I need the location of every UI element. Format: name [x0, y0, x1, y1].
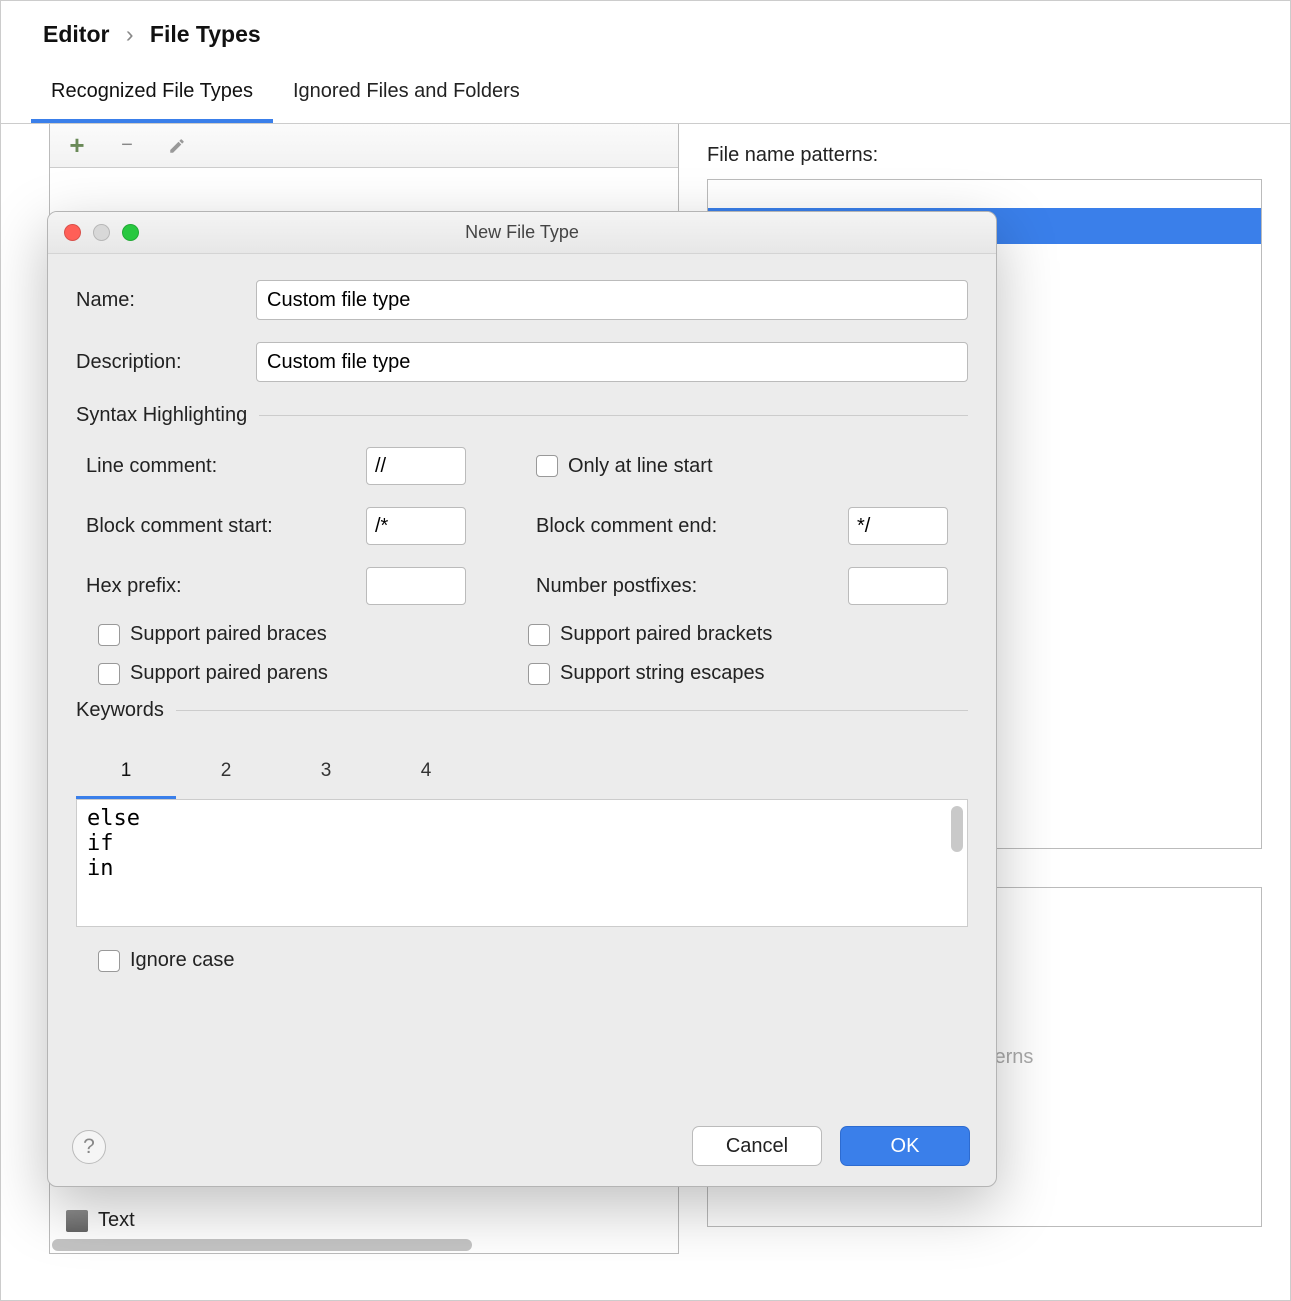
support-brackets-label: Support paired brackets [560, 623, 772, 646]
cancel-button[interactable]: Cancel [692, 1126, 822, 1166]
keywords-tabs: 1 2 3 4 [76, 742, 968, 799]
block-start-input[interactable] [366, 507, 466, 545]
support-braces-checkbox[interactable] [98, 624, 120, 646]
support-escapes-checkbox[interactable] [528, 663, 550, 685]
only-at-line-start-checkbox[interactable] [536, 455, 558, 477]
block-end-input[interactable] [848, 507, 948, 545]
keywords-tab-2[interactable]: 2 [176, 748, 276, 799]
dialog-title: New File Type [48, 222, 996, 243]
list-item-label: Text [98, 1209, 135, 1232]
name-label: Name: [76, 289, 256, 312]
patterns-title: File name patterns: [707, 140, 1262, 179]
description-input[interactable] [256, 342, 968, 382]
keywords-tab-3[interactable]: 3 [276, 748, 376, 799]
support-parens-label: Support paired parens [130, 662, 328, 685]
hex-prefix-label: Hex prefix: [86, 575, 366, 598]
breadcrumb-page: File Types [150, 21, 261, 47]
line-comment-label: Line comment: [86, 455, 366, 478]
number-postfixes-input[interactable] [848, 567, 948, 605]
pencil-icon[interactable] [166, 135, 188, 157]
name-input[interactable] [256, 280, 968, 320]
plus-icon[interactable]: + [66, 135, 88, 157]
breadcrumb: Editor › File Types [1, 1, 1290, 66]
only-at-line-start-label: Only at line start [568, 455, 713, 478]
horizontal-scrollbar[interactable] [50, 1237, 678, 1253]
support-parens-checkbox[interactable] [98, 663, 120, 685]
block-end-label: Block comment end: [536, 515, 848, 538]
ok-button[interactable]: OK [840, 1126, 970, 1166]
keywords-tab-1[interactable]: 1 [76, 748, 176, 799]
divider [176, 710, 968, 711]
keywords-tab-4[interactable]: 4 [376, 748, 476, 799]
text-file-icon [66, 1210, 88, 1232]
tab-ignored[interactable]: Ignored Files and Folders [273, 66, 540, 123]
chevron-right-icon: › [116, 21, 144, 47]
syntax-section-label: Syntax Highlighting [76, 404, 259, 427]
support-escapes-label: Support string escapes [560, 662, 765, 685]
main-tabs: Recognized File Types Ignored Files and … [1, 66, 1290, 124]
settings-panel: Editor › File Types Recognized File Type… [0, 0, 1291, 1301]
divider [259, 415, 968, 416]
support-brackets-checkbox[interactable] [528, 624, 550, 646]
ignore-case-checkbox[interactable] [98, 950, 120, 972]
breadcrumb-section[interactable]: Editor [43, 21, 109, 47]
line-comment-input[interactable] [366, 447, 466, 485]
description-label: Description: [76, 351, 256, 374]
vertical-scrollbar[interactable] [951, 806, 963, 852]
file-types-list[interactable]: Text [58, 1204, 143, 1237]
tab-recognized[interactable]: Recognized File Types [31, 66, 273, 123]
keywords-section-label: Keywords [76, 699, 176, 722]
hex-prefix-input[interactable] [366, 567, 466, 605]
support-braces-label: Support paired braces [130, 623, 327, 646]
number-postfixes-label: Number postfixes: [536, 575, 848, 598]
block-start-label: Block comment start: [86, 515, 366, 538]
list-toolbar: + − [50, 124, 678, 168]
keywords-textarea[interactable]: else if in [76, 799, 968, 927]
ignore-case-label: Ignore case [130, 949, 235, 972]
new-file-type-dialog: New File Type Name: Description: Syntax … [47, 211, 997, 1187]
minus-icon[interactable]: − [116, 135, 138, 157]
dialog-titlebar[interactable]: New File Type [48, 212, 996, 254]
list-item[interactable]: Text [58, 1204, 143, 1237]
